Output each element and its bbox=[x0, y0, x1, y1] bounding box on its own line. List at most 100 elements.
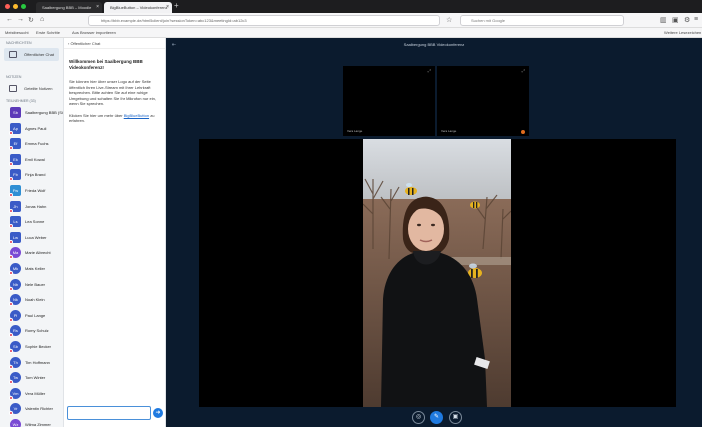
close-tab-icon[interactable]: × bbox=[166, 2, 169, 13]
reload-icon[interactable]: ↻ bbox=[28, 16, 34, 24]
microphone-button[interactable]: ◎ bbox=[412, 411, 425, 424]
user-list-item[interactable]: Pl Paul Lange bbox=[0, 308, 63, 324]
send-message-button[interactable]: ➜ bbox=[153, 408, 163, 418]
avatar: Tw bbox=[9, 372, 21, 385]
avatar: Fb bbox=[9, 169, 21, 182]
status-badge bbox=[9, 380, 13, 385]
avatar: Sb bbox=[9, 340, 21, 353]
chat-message-input[interactable] bbox=[67, 406, 151, 420]
user-list-item[interactable]: Jh Jonas Hahn bbox=[0, 199, 63, 215]
user-list-item[interactable]: Ef Emma Fuchs bbox=[0, 136, 63, 152]
webcam-name: Vera Lange bbox=[441, 129, 457, 133]
library-icon[interactable]: ▥ bbox=[660, 16, 667, 24]
shared-notes-item[interactable]: Geteilte Notizen bbox=[4, 82, 59, 95]
avatar: Pl bbox=[9, 309, 21, 322]
user-list-item[interactable]: Th Tim Hoffmann bbox=[0, 355, 63, 371]
user-list-item[interactable]: Fw Frieda Wolf bbox=[0, 183, 63, 199]
extensions-icon[interactable]: ⚙ bbox=[684, 16, 690, 24]
expand-icon[interactable]: ⤢ bbox=[428, 68, 431, 73]
avatar: Ef bbox=[9, 138, 21, 151]
user-name: Tom Winter bbox=[25, 375, 46, 381]
home-icon[interactable]: ⌂ bbox=[40, 16, 44, 23]
user-list-item[interactable]: Tw Tom Winter bbox=[0, 370, 63, 386]
bookmark-star-icon[interactable]: ☆ bbox=[446, 16, 452, 24]
browser-tab-bbb[interactable]: BigBlueButton – Videokonferenz × bbox=[104, 2, 172, 13]
presentation-stage: ⇤ Saalbergung BBB Videokonferenz ⤢ Vera … bbox=[166, 38, 702, 427]
url-bar[interactable]: https://bbb.example.de/html5client/join?… bbox=[88, 15, 440, 26]
user-name: Finja Brand bbox=[25, 172, 46, 178]
user-list-item[interactable]: Vm Vera Müller bbox=[0, 386, 63, 402]
menu-icon[interactable]: ≡ bbox=[694, 16, 698, 23]
status-badge bbox=[9, 317, 13, 322]
user-name: Mats Keller bbox=[25, 265, 46, 271]
chat-icon bbox=[9, 51, 17, 58]
public-chat-label: Öffentlicher Chat bbox=[24, 52, 54, 57]
webcam-name: Vera Lange bbox=[347, 129, 363, 133]
close-window-icon[interactable] bbox=[5, 4, 10, 9]
avatar: Rs bbox=[9, 325, 21, 338]
user-name: Lea Sonne bbox=[25, 219, 45, 225]
user-list-item[interactable]: Mk Mats Keller bbox=[0, 261, 63, 277]
user-list-item[interactable]: Nb Nele Bauer bbox=[0, 277, 63, 293]
avatar: Th bbox=[9, 356, 21, 369]
user-list-item[interactable]: Sb Saalbergung BBB (Sie) bbox=[0, 105, 63, 121]
sidebar-icon[interactable]: ▣ bbox=[672, 16, 679, 24]
user-name: Emma Fuchs bbox=[25, 141, 49, 147]
new-tab-icon[interactable]: + bbox=[174, 1, 179, 10]
video-frame-image bbox=[363, 139, 511, 407]
user-list-item[interactable]: Vr Valentin Richter bbox=[0, 401, 63, 417]
user-list-panel: NACHRICHTEN Öffentlicher Chat NOTIZEN Ge… bbox=[0, 38, 64, 427]
public-chat-item[interactable]: Öffentlicher Chat bbox=[4, 48, 59, 61]
user-list-item[interactable]: Nk Noah Klein bbox=[0, 292, 63, 308]
webcam-tile[interactable]: ⤢ Vera Lange bbox=[343, 66, 435, 136]
notes-icon bbox=[9, 85, 17, 92]
user-name: Paul Lange bbox=[25, 312, 46, 318]
avatar: Nb bbox=[9, 278, 21, 291]
chat-header[interactable]: ‹ Öffentlicher Chat bbox=[64, 38, 165, 49]
status-badge bbox=[9, 333, 13, 338]
user-list-item[interactable]: Ls Lea Sonne bbox=[0, 214, 63, 230]
help-link[interactable]: BigBlueButton bbox=[124, 113, 149, 118]
bookmark-item[interactable]: Erste Schritte bbox=[36, 28, 60, 38]
avatar: Lw bbox=[9, 231, 21, 244]
status-badge bbox=[9, 208, 13, 213]
user-name: Emil Kowal bbox=[25, 156, 45, 162]
status-badge bbox=[9, 177, 13, 182]
user-list-item[interactable]: Fb Finja Brand bbox=[0, 167, 63, 183]
close-tab-icon[interactable]: × bbox=[96, 2, 99, 13]
forward-icon[interactable]: → bbox=[17, 16, 24, 23]
user-rows: Sb Saalbergung BBB (Sie) Ap Agnes Pauli Ef Em… bbox=[0, 105, 63, 427]
user-list-item[interactable]: Lw Luca Weber bbox=[0, 230, 63, 246]
maximize-window-icon[interactable] bbox=[21, 4, 26, 9]
user-name: Tim Hoffmann bbox=[25, 359, 50, 365]
search-bar[interactable]: Suchen mit Google bbox=[460, 15, 624, 26]
browser-tab-moodle[interactable]: Saalbergung BBB – Moodle × bbox=[36, 2, 102, 13]
messages-header: NACHRICHTEN bbox=[6, 41, 32, 45]
avatar: Wz bbox=[9, 418, 21, 427]
user-list-item[interactable]: Rs Romy Schulz bbox=[0, 323, 63, 339]
user-name: Marie Albrecht bbox=[25, 250, 51, 256]
minimize-window-icon[interactable] bbox=[13, 4, 18, 9]
user-name: Valentin Richter bbox=[25, 406, 53, 412]
tab-label: BigBlueButton – Videokonferenz bbox=[110, 5, 168, 10]
screenshare-button[interactable]: ▣ bbox=[449, 411, 462, 424]
bookmark-item[interactable]: Weitere Lesezeichen bbox=[664, 28, 701, 38]
user-name: Sophie Becker bbox=[25, 343, 52, 349]
webcam-tile[interactable]: ⤢ Vera Lange bbox=[437, 66, 529, 136]
status-badge bbox=[9, 146, 13, 151]
user-list-item[interactable]: Ap Agnes Pauli bbox=[0, 121, 63, 137]
user-list-item[interactable]: Sb Sophie Becker bbox=[0, 339, 63, 355]
tab-label: Saalbergung BBB – Moodle bbox=[42, 5, 92, 10]
bookmark-item[interactable]: Aus Browser importieren bbox=[72, 28, 116, 38]
user-name: Romy Schulz bbox=[25, 328, 49, 334]
back-icon[interactable]: ← bbox=[6, 16, 13, 23]
user-list-item[interactable]: Wz Wilma Zimmer bbox=[0, 417, 63, 427]
user-list-item[interactable]: Ek Emil Kowal bbox=[0, 152, 63, 168]
status-badge bbox=[9, 224, 13, 229]
expand-icon[interactable]: ⤢ bbox=[522, 68, 525, 73]
bookmark-item[interactable]: Meistbesucht bbox=[5, 28, 29, 38]
audio-button[interactable]: ✎ bbox=[430, 411, 443, 424]
browser-toolbar: ← → ↻ ⌂ https://bbb.example.de/html5clie… bbox=[0, 13, 702, 28]
status-badge bbox=[9, 239, 13, 244]
user-list-item[interactable]: Ma Marie Albrecht bbox=[0, 245, 63, 261]
